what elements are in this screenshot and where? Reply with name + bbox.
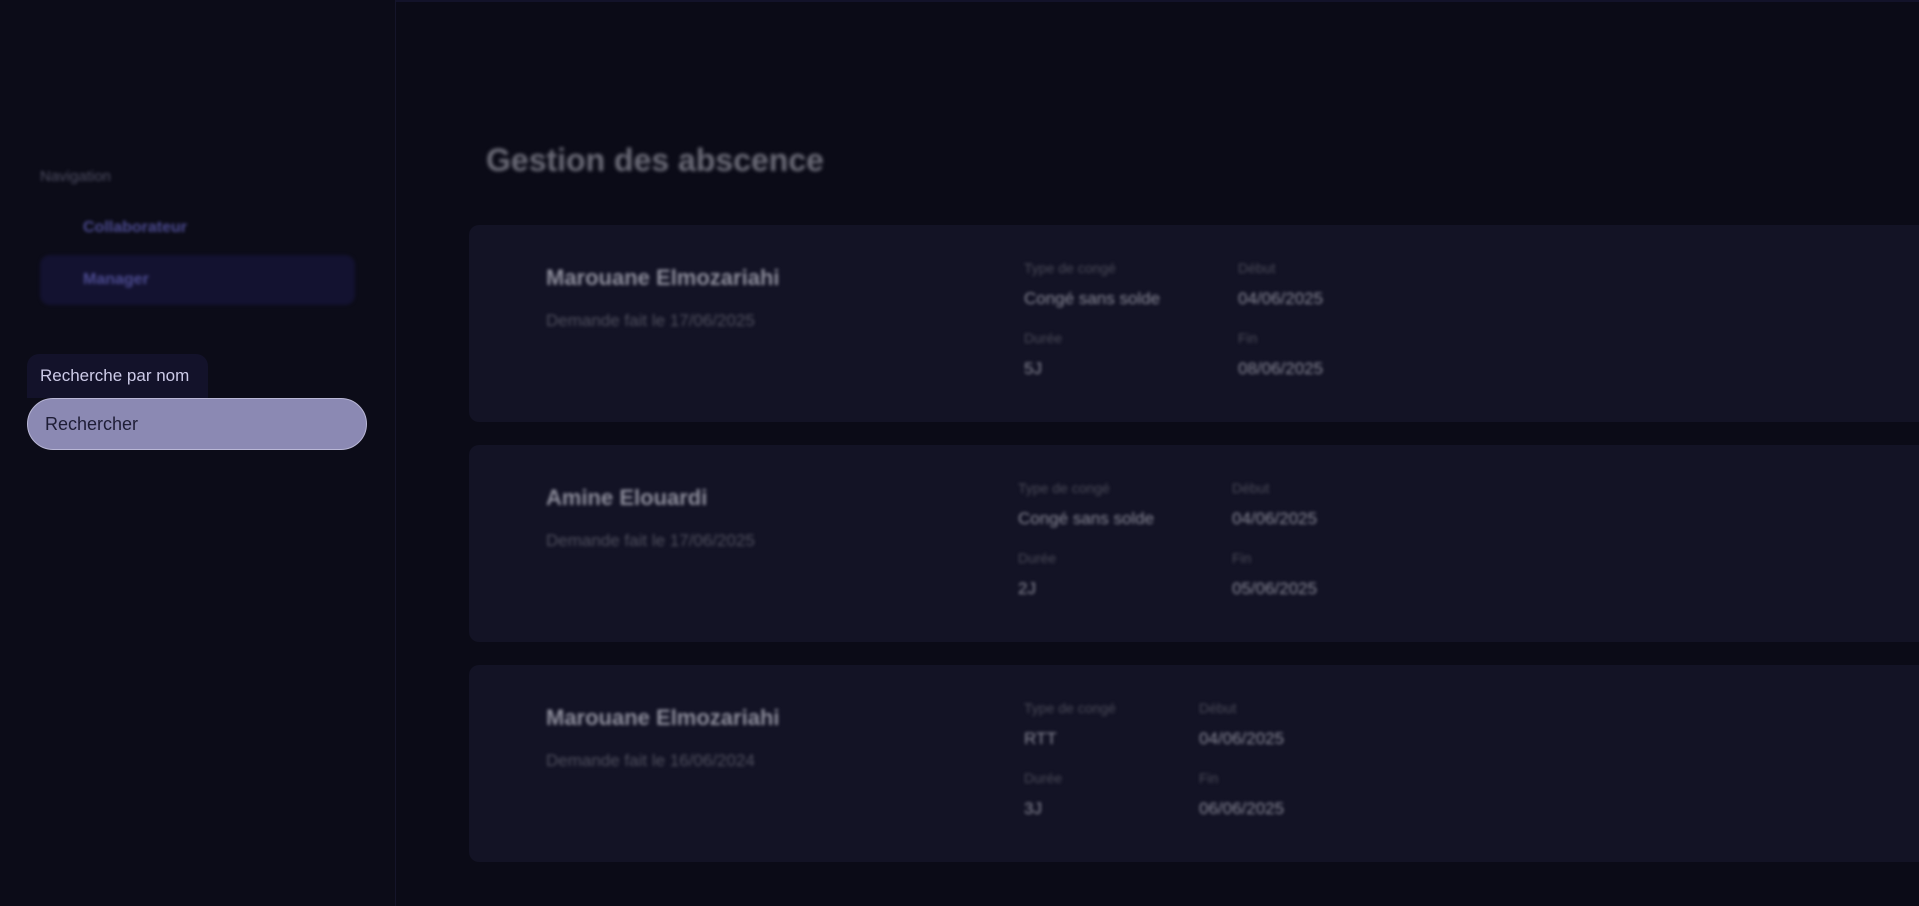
absence-request-card[interactable]: Marouane Elmozariahi Demande fait le 17/… — [469, 225, 1919, 422]
top-divider — [396, 0, 1919, 2]
sidebar: Navigation Collaborateur Manager Recherc… — [0, 0, 396, 906]
end-label: Fin — [1232, 550, 1252, 566]
search-input[interactable] — [27, 398, 367, 450]
employee-name: Marouane Elmozariahi — [546, 705, 780, 730]
duration-label: Durée — [1018, 550, 1057, 566]
absence-request-card[interactable]: Marouane Elmozariahi Demande fait le 16/… — [469, 665, 1919, 862]
leave-type-label: Type de congé — [1024, 260, 1116, 276]
employee-name: Marouane Elmozariahi — [546, 265, 780, 290]
duration-value: 2J — [1018, 579, 1036, 598]
leave-type-label: Type de congé — [1024, 700, 1116, 716]
start-label: Début — [1238, 260, 1276, 276]
start-label: Début — [1199, 700, 1237, 716]
duration-value: 5J — [1024, 359, 1042, 378]
leave-type-label: Type de congé — [1018, 480, 1110, 496]
page-title: Gestion des abscence — [486, 142, 824, 178]
start-value: 04/06/2025 — [1238, 289, 1324, 308]
request-date: Demande fait le 17/06/2025 — [546, 531, 755, 550]
end-value: 05/06/2025 — [1232, 579, 1318, 598]
sidebar-item-collaborateur[interactable]: Collaborateur — [40, 203, 355, 253]
end-label: Fin — [1199, 770, 1219, 786]
start-value: 04/06/2025 — [1232, 509, 1318, 528]
start-label: Début — [1232, 480, 1270, 496]
end-value: 08/06/2025 — [1238, 359, 1324, 378]
search-label: Recherche par nom — [27, 354, 209, 398]
absence-request-card[interactable]: Amine Elouardi Demande fait le 17/06/202… — [469, 445, 1919, 642]
sidebar-item-manager[interactable]: Manager — [40, 255, 355, 305]
request-date: Demande fait le 16/06/2024 — [546, 751, 755, 770]
employee-name: Amine Elouardi — [546, 485, 708, 510]
leave-type-value: RTT — [1024, 729, 1057, 748]
leave-type-value: Congé sans solde — [1018, 509, 1155, 528]
duration-label: Durée — [1024, 770, 1063, 786]
duration-value: 3J — [1024, 799, 1042, 818]
app-window: Navigation Collaborateur Manager Recherc… — [0, 0, 1919, 906]
end-value: 06/06/2025 — [1199, 799, 1285, 818]
start-value: 04/06/2025 — [1199, 729, 1285, 748]
request-date: Demande fait le 17/06/2025 — [546, 311, 755, 330]
duration-label: Durée — [1024, 330, 1063, 346]
nav-heading: Navigation — [40, 168, 111, 185]
leave-type-value: Congé sans solde — [1024, 289, 1161, 308]
end-label: Fin — [1238, 330, 1258, 346]
